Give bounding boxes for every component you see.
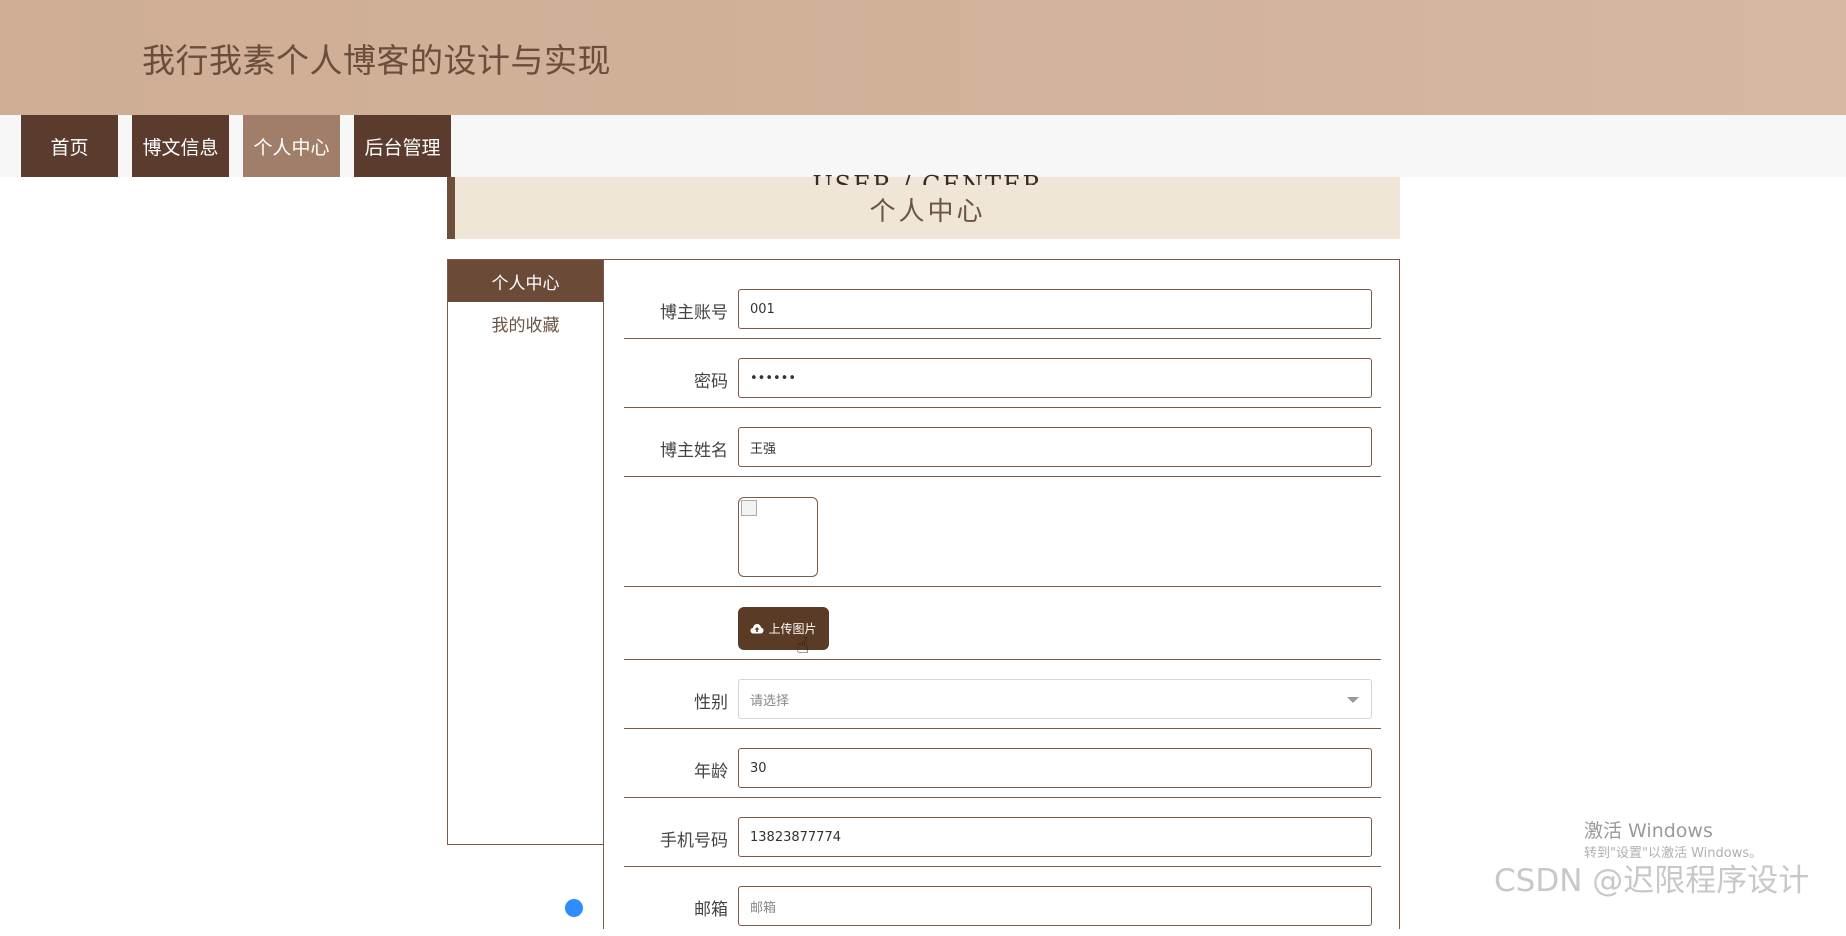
csdn-watermark: CSDN @迟限程序设计 <box>1494 863 1810 899</box>
site-title: 我行我素个人博客的设计与实现 <box>142 41 611 80</box>
form-row-upload: 上传图片 <box>624 587 1381 660</box>
windows-activation-title: 激活 Windows <box>1584 820 1713 842</box>
section-subtitle: USER / CENTER <box>812 171 1043 185</box>
section-header: USER / CENTER 个人中心 <box>447 171 1400 239</box>
form-row-avatar <box>624 477 1381 587</box>
form-row-password: 密码 •••••• <box>624 339 1381 408</box>
side-menu: 个人中心 我的收藏 <box>447 259 604 845</box>
top-nav: 首页 博文信息 个人中心 后台管理 <box>0 115 1846 177</box>
hand-pointer-icon: ☝ <box>796 634 810 659</box>
name-input[interactable]: 王强 <box>738 427 1372 467</box>
gender-select[interactable]: 请选择 <box>738 679 1372 719</box>
account-label: 博主账号 <box>660 303 728 323</box>
section-title: 个人中心 <box>869 197 986 227</box>
form-row-age: 年龄 30 <box>624 729 1381 798</box>
password-input[interactable]: •••••• <box>738 358 1372 398</box>
broken-image-icon <box>741 500 757 516</box>
upload-image-button[interactable]: 上传图片 <box>738 607 829 650</box>
profile-form: 博主账号 001 密码 •••••• 博主姓名 王强 上传图片 性别 请选择 年… <box>603 259 1400 929</box>
avatar-preview <box>738 497 818 577</box>
side-item-favorites[interactable]: 我的收藏 <box>448 302 603 344</box>
nav-item-home[interactable]: 首页 <box>21 115 118 177</box>
name-label: 博主姓名 <box>660 441 728 461</box>
site-header: 我行我素个人博客的设计与实现 <box>0 0 1846 115</box>
email-input[interactable]: 邮箱 <box>738 886 1372 926</box>
nav-item-posts[interactable]: 博文信息 <box>132 115 229 177</box>
phone-input[interactable]: 13823877774 <box>738 817 1372 857</box>
side-item-user-center[interactable]: 个人中心 <box>448 260 603 302</box>
form-row-name: 博主姓名 王强 <box>624 408 1381 477</box>
email-label: 邮箱 <box>694 900 728 920</box>
password-label: 密码 <box>694 372 728 392</box>
form-row-email: 邮箱 邮箱 <box>624 867 1381 936</box>
cloud-upload-icon <box>750 624 764 634</box>
account-input[interactable]: 001 <box>738 289 1372 329</box>
form-row-phone: 手机号码 13823877774 <box>624 798 1381 867</box>
chevron-down-icon <box>1347 697 1359 703</box>
age-label: 年龄 <box>694 762 728 782</box>
floating-widget[interactable] <box>565 899 583 917</box>
nav-item-admin[interactable]: 后台管理 <box>354 115 451 177</box>
age-input[interactable]: 30 <box>738 748 1372 788</box>
form-row-gender: 性别 请选择 <box>624 660 1381 729</box>
gender-select-value: 请选择 <box>750 693 790 709</box>
phone-label: 手机号码 <box>660 831 728 851</box>
form-row-account: 博主账号 001 <box>624 260 1381 339</box>
gender-label: 性别 <box>694 693 728 713</box>
nav-item-user-center[interactable]: 个人中心 <box>243 115 340 177</box>
